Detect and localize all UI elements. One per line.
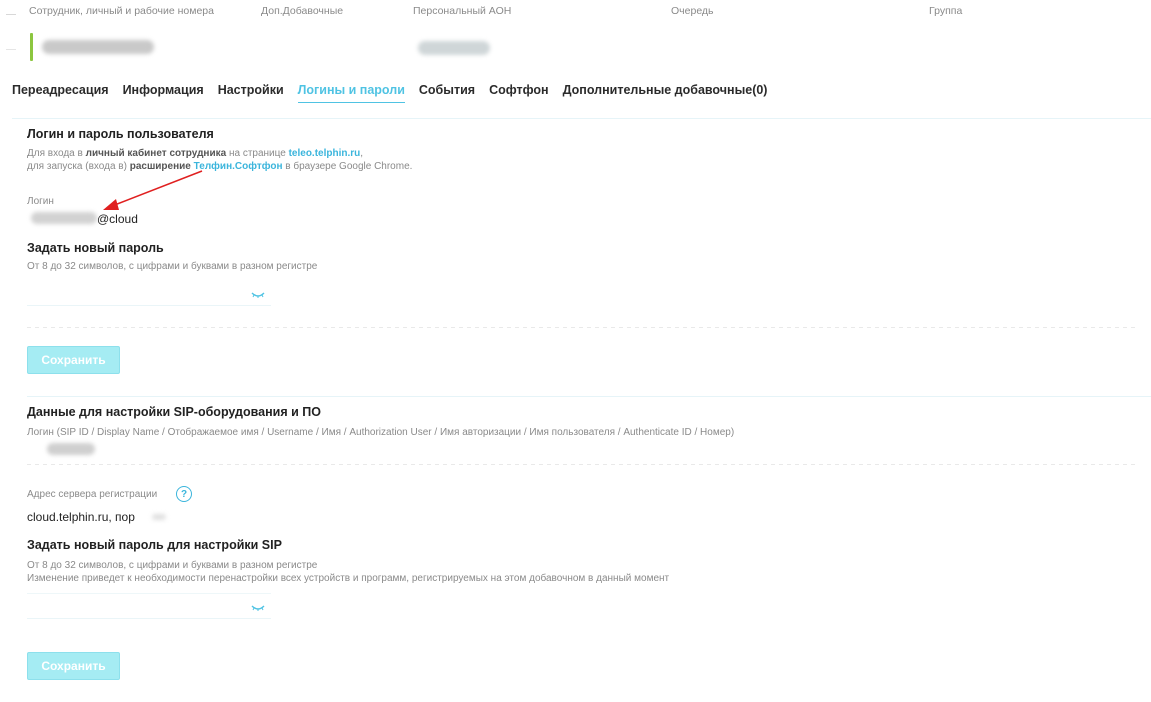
status-indicator xyxy=(30,33,33,61)
server-label: Адрес сервера регистрации xyxy=(27,489,158,500)
user-login-desc-line2: для запуска (входа в) расширение Телфин.… xyxy=(27,161,413,172)
save-sip-password-button[interactable]: Сохранить xyxy=(27,652,120,680)
page: Сотрудник, личный и рабочие номера Доп.Д… xyxy=(0,0,1151,702)
column-header-caller-id[interactable]: Персональный АОН xyxy=(413,5,511,17)
sip-title: Данные для настройки SIP-оборудования и … xyxy=(27,405,321,419)
sip-password-warning: Изменение приведет к необходимости перен… xyxy=(27,573,670,584)
section-divider xyxy=(12,118,1151,119)
redacted-sip-login xyxy=(47,443,95,455)
column-header-group[interactable]: Группа xyxy=(929,5,962,17)
field-separator xyxy=(27,327,1137,328)
softphone-extension-link[interactable]: Телфин.Софтфон xyxy=(194,161,283,172)
sip-field-separator xyxy=(27,464,1137,465)
column-header-extensions[interactable]: Доп.Добавочные xyxy=(261,5,343,17)
sip-new-password-title: Задать новый пароль для настройки SIP xyxy=(27,538,282,552)
sip-new-password-input[interactable] xyxy=(27,593,271,619)
login-label: Логин xyxy=(27,196,54,207)
password-hint: От 8 до 32 символов, с цифрами и буквами… xyxy=(27,261,318,272)
redacted-port xyxy=(152,514,166,520)
user-login-title: Логин и пароль пользователя xyxy=(27,127,214,141)
eye-icon[interactable] xyxy=(251,604,265,612)
row-checkbox[interactable] xyxy=(6,5,16,15)
tab-additional-extensions[interactable]: Дополнительные добавочные(0) xyxy=(563,83,768,103)
tab-events[interactable]: События xyxy=(419,83,475,103)
new-password-input[interactable] xyxy=(27,280,271,306)
server-value: cloud.telphin.ru, пор xyxy=(27,510,135,524)
redacted-caller-id xyxy=(418,41,490,55)
row-select[interactable] xyxy=(6,38,16,50)
tab-bar: Переадресация Информация Настройки Логин… xyxy=(12,83,781,103)
save-password-button[interactable]: Сохранить xyxy=(27,346,120,374)
sip-login-hint: Логин (SIP ID / Display Name / Отображае… xyxy=(27,427,735,438)
redacted-employee-name xyxy=(42,40,154,54)
login-value: @cloud xyxy=(97,212,138,226)
eye-icon[interactable] xyxy=(251,291,265,299)
column-header-employee[interactable]: Сотрудник, личный и рабочие номера xyxy=(29,5,214,17)
new-password-title: Задать новый пароль xyxy=(27,241,164,255)
column-header-queue[interactable]: Очередь xyxy=(671,5,714,17)
redacted-login xyxy=(31,212,97,224)
cabinet-link[interactable]: teleo.telphin.ru xyxy=(289,148,361,159)
help-icon[interactable]: ? xyxy=(176,486,192,502)
sip-password-hint: От 8 до 32 символов, с цифрами и буквами… xyxy=(27,560,318,571)
tab-information[interactable]: Информация xyxy=(123,83,204,103)
tab-settings[interactable]: Настройки xyxy=(218,83,284,103)
user-login-desc-line1: Для входа в личный кабинет сотрудника на… xyxy=(27,148,364,159)
tab-softphone[interactable]: Софтфон xyxy=(489,83,549,103)
tab-forwarding[interactable]: Переадресация xyxy=(12,83,109,103)
tab-logins-passwords[interactable]: Логины и пароли xyxy=(297,83,405,103)
section-divider-sip xyxy=(27,396,1151,397)
